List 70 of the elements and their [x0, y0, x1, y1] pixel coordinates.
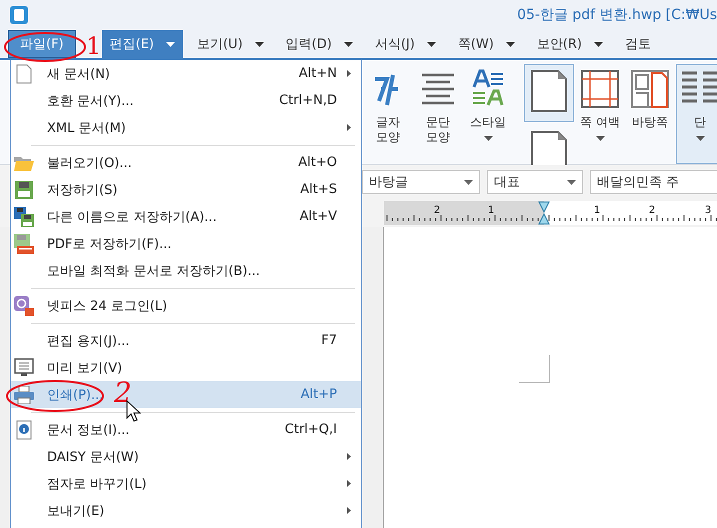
caret-icon	[506, 42, 515, 46]
caret-icon	[344, 42, 353, 46]
ruler-number: 2	[648, 205, 656, 216]
menu-item[interactable]: 점자로 바꾸기(L)	[11, 470, 361, 497]
caret-icon	[567, 180, 576, 184]
menu-tab[interactable]: 쪽(W)	[450, 30, 523, 58]
menu-tab[interactable]: 입력(D)	[278, 30, 361, 58]
handwritten-number: 2	[114, 379, 132, 407]
menu-item[interactable]: 호환 문서(Y)... Ctrl+N,D	[11, 87, 361, 114]
pdf-disk-icon	[14, 234, 34, 254]
ribbon-button[interactable]: 스타일	[464, 64, 512, 164]
menu-item[interactable]: XML 문서(M)	[11, 114, 361, 141]
submenu-arrow-icon	[347, 480, 351, 487]
caret-icon	[426, 42, 436, 46]
menu-tab[interactable]: 편집(E)	[102, 30, 183, 58]
menu-item[interactable]: 저장하기(S) Alt+S	[11, 176, 361, 203]
menu-item[interactable]: DAISY 문서(W)	[11, 443, 361, 470]
caret-icon	[696, 136, 704, 141]
menu-item[interactable]: 편집 용지(J)... F7	[11, 327, 361, 354]
ribbon-button[interactable]: 바탕쪽	[626, 64, 674, 164]
menu-tab[interactable]: 보안(R)	[528, 30, 611, 58]
menu-item[interactable]: 모바일 최적화 문서로 저장하기(B)...	[11, 257, 361, 284]
ruler-number: 3	[704, 205, 712, 216]
folder-icon	[14, 154, 34, 170]
caret-icon	[464, 180, 473, 184]
menu-tab[interactable]: 보기(U)	[188, 30, 272, 58]
caret-icon	[166, 42, 175, 46]
menu-tab[interactable]: 서식(J)	[366, 30, 444, 58]
window-title: 05-한글 pdf 변환.hwp [C:₩Us	[517, 6, 717, 24]
menu-item[interactable]: 다른 이름으로 저장하기(A)... Alt+V	[11, 203, 361, 230]
menu-item[interactable]: 미리 보기(V)	[11, 354, 361, 381]
menu-item[interactable]: 새 문서(N) Alt+N	[11, 60, 361, 87]
menu-item[interactable]: PDF로 저장하기(F)...	[11, 230, 361, 257]
mouse-cursor-icon	[126, 400, 140, 422]
margin-grid-icon	[580, 69, 620, 109]
blank-page-icon	[16, 64, 32, 84]
indent-marker-icon[interactable]	[538, 202, 550, 224]
submenu-arrow-icon	[347, 70, 351, 77]
menu-item[interactable]: 보내기(E)	[11, 497, 361, 524]
caret-icon	[594, 42, 603, 46]
handwritten-number: 1	[86, 34, 102, 58]
ribbon-button[interactable]: 글자 모양	[364, 64, 412, 164]
caret-icon	[484, 136, 492, 141]
caret-icon	[254, 42, 264, 46]
submenu-arrow-icon	[347, 453, 351, 460]
ribbon-button[interactable]: 단	[676, 64, 717, 164]
info-icon	[16, 420, 32, 440]
menu-item[interactable]: 문서 정보(I)... Ctrl+Q,I	[11, 416, 361, 443]
caret-icon	[596, 136, 604, 141]
ruler-number: 1	[594, 205, 600, 216]
menu-item[interactable]: 넷피스 24 로그인(L)	[11, 292, 361, 319]
ribbon-button[interactable]: 문단 모양	[414, 64, 462, 164]
submenu-arrow-icon	[347, 124, 351, 131]
menu-item[interactable]: 불러오기(O)... Alt+O	[11, 149, 361, 176]
page-icon	[530, 69, 568, 113]
menu-tab[interactable]: 검토	[616, 30, 659, 58]
dropdown-field[interactable]: 바탕글	[362, 170, 480, 194]
printer-icon	[14, 386, 34, 404]
app-logo-icon	[10, 6, 28, 24]
dropdown-field[interactable]: 배달의민족 주	[590, 170, 717, 194]
ruler-number: 2	[434, 205, 440, 216]
save-as-disks-icon	[14, 206, 34, 226]
ribbon-button[interactable]: 쪽 여백	[576, 64, 624, 164]
page-setup-button[interactable]	[524, 64, 574, 122]
master-page-icon	[630, 69, 670, 109]
margin-corner-mark	[519, 355, 550, 383]
ruler-number: 1	[488, 205, 494, 216]
monitor-icon	[14, 358, 34, 378]
submenu-arrow-icon	[347, 507, 351, 514]
dropdown-field[interactable]: 대표	[487, 170, 583, 194]
